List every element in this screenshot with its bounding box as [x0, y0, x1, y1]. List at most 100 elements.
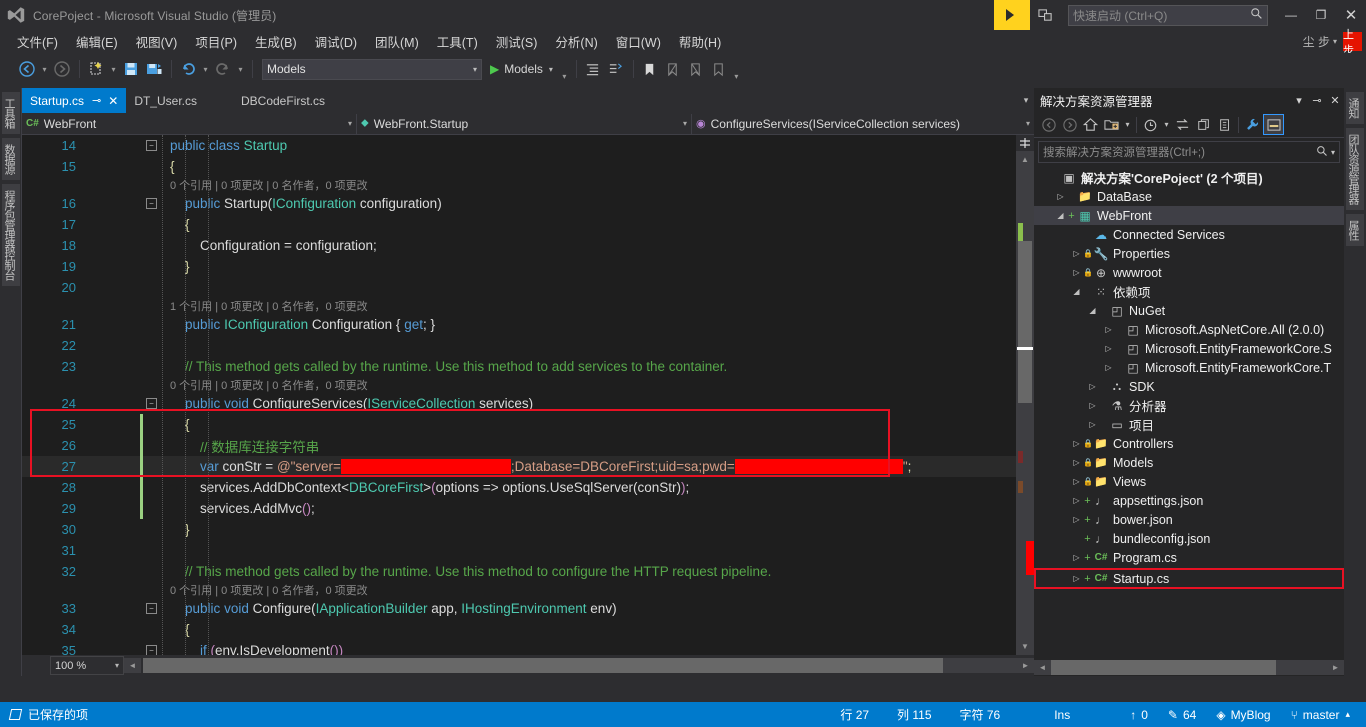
expander-closed-icon[interactable]: ▷	[1054, 192, 1067, 201]
fold-toggle-icon[interactable]: −	[146, 198, 157, 209]
toolbar-overflow-icon-2[interactable]: ▾	[731, 57, 742, 81]
sync-with-active-document-icon[interactable]	[1172, 114, 1193, 135]
save-all-icon[interactable]	[143, 57, 165, 81]
menu-test[interactable]: 测试(S)	[487, 30, 547, 53]
tree-item-bower-json[interactable]: ▷ + ♩ bower.json	[1034, 510, 1344, 529]
tree-item-startup-cs[interactable]: ▷ + C# Startup.cs	[1034, 568, 1344, 589]
expander-closed-icon[interactable]: ▷	[1070, 439, 1083, 448]
solution-tree[interactable]: ▸▣解决方案'CorePoject' (2 个项目)▷📁DataBase◢+▦W…	[1034, 166, 1344, 660]
code-line[interactable]: 15 {	[22, 156, 1034, 177]
code-line[interactable]: 24 − public void ConfigureServices(IServi…	[22, 393, 1034, 414]
previous-bookmark-icon[interactable]	[662, 57, 684, 81]
code-line[interactable]: 14 − public class Startup	[22, 135, 1034, 156]
codelens-row[interactable]: 0 个引用 | 0 项更改 | 0 名作者，0 项更改	[22, 582, 1034, 598]
tree-item-nuget[interactable]: ◢ ◰ NuGet	[1034, 301, 1344, 320]
code-line[interactable]: 28 services.AddDbContext<DBCoreFirst>(op…	[22, 477, 1034, 498]
tree-item-webfront[interactable]: ◢ + ▦ WebFront	[1034, 206, 1344, 225]
editor-vertical-scrollbar[interactable]: ▲ ▼	[1016, 151, 1034, 655]
tab-startup-cs[interactable]: Startup.cs ⊸ ✕	[22, 88, 127, 113]
navigate-back-icon[interactable]	[16, 57, 38, 81]
code-line[interactable]: 19 }	[22, 256, 1034, 277]
expander-closed-icon[interactable]: ▸	[1070, 534, 1083, 543]
expander-closed-icon[interactable]: ▸	[1070, 230, 1083, 239]
expander-closed-icon[interactable]: ▷	[1070, 458, 1083, 467]
tree-item-microsoft-aspnetcore-all-2-0-0[interactable]: ▷ ◰ Microsoft.AspNetCore.All (2.0.0)	[1034, 320, 1344, 339]
expander-closed-icon[interactable]: ▷	[1086, 382, 1099, 391]
code-line[interactable]: 26 // 数据库连接字符串	[22, 435, 1034, 456]
expander-open-icon[interactable]: ◢	[1070, 287, 1083, 296]
redo-caret-icon[interactable]: ▾	[235, 57, 246, 81]
tree-item-connected-services[interactable]: ▸ ☁ Connected Services	[1034, 225, 1344, 244]
hscroll-thumb[interactable]	[143, 658, 943, 673]
nav-project-combo[interactable]: C# WebFront ▾	[22, 113, 357, 134]
undo-caret-icon[interactable]: ▾	[200, 57, 211, 81]
codelens-row[interactable]: 0 个引用 | 0 项更改 | 0 名作者，0 项更改	[22, 377, 1034, 393]
save-icon[interactable]	[120, 57, 142, 81]
code-line[interactable]: 29 services.AddMvc();	[22, 498, 1034, 519]
code-line[interactable]: 20	[22, 277, 1034, 298]
status-repository[interactable]: ◈ MyBlog	[1206, 708, 1280, 722]
expander-closed-icon[interactable]: ▷	[1070, 515, 1083, 524]
tree-item-microsoft-entityframeworkcore-s[interactable]: ▷ ◰ Microsoft.EntityFrameworkCore.S	[1034, 339, 1344, 358]
close-icon[interactable]: ✕	[108, 94, 118, 108]
hscroll-right-icon[interactable]: ►	[1017, 658, 1034, 673]
expander-open-icon[interactable]: ◢	[1086, 306, 1099, 315]
pending-changes-icon[interactable]	[1140, 114, 1161, 135]
menu-help[interactable]: 帮助(H)	[670, 30, 730, 53]
menu-analyze[interactable]: 分析(N)	[546, 30, 606, 53]
code-surface[interactable]: 14 − public class Startup 15 {0 个引用 | 0 项更改 …	[22, 135, 1034, 655]
forward-icon[interactable]	[1059, 114, 1080, 135]
menu-debug[interactable]: 调试(D)	[306, 30, 366, 53]
maximize-button[interactable]: ❐	[1306, 0, 1336, 30]
solution-config-combo[interactable]: Models ▾	[262, 58, 482, 80]
fold-toggle-icon[interactable]: −	[146, 398, 157, 409]
code-line[interactable]: 22	[22, 335, 1034, 356]
code-line[interactable]: 18 Configuration = configuration;	[22, 235, 1034, 256]
tree-item-wwwroot[interactable]: ▷ 🔒 ⊕ wwwroot	[1034, 263, 1344, 282]
pending-changes-caret-icon[interactable]: ▾	[1161, 114, 1172, 135]
expander-closed-icon[interactable]: ▷	[1086, 401, 1099, 410]
menu-team[interactable]: 团队(M)	[366, 30, 428, 53]
chevron-down-icon[interactable]: ▾	[1290, 94, 1308, 107]
navigate-back-caret-icon[interactable]: ▾	[39, 57, 50, 81]
expander-closed-icon[interactable]: ▷	[1102, 325, 1115, 334]
indent-icon[interactable]	[582, 57, 604, 81]
expander-closed-icon[interactable]: ▸	[1038, 173, 1051, 182]
expander-closed-icon[interactable]: ▷	[1070, 496, 1083, 505]
codelens-row[interactable]: 0 个引用 | 0 项更改 | 0 名作者，0 项更改	[22, 177, 1034, 193]
back-icon[interactable]	[1038, 114, 1059, 135]
zoom-combo[interactable]: 100 % ▾	[50, 656, 124, 675]
bookmark-icon[interactable]	[639, 57, 661, 81]
tree-item-bundleconfig-json[interactable]: ▸+ ♩ bundleconfig.json	[1034, 529, 1344, 548]
nav-member-combo[interactable]: ◉ ConfigureServices(IServiceCollection s…	[692, 113, 1034, 134]
navigate-forward-icon[interactable]	[51, 57, 73, 81]
tree-item-models[interactable]: ▷ 🔒 📁 Models	[1034, 453, 1344, 472]
menu-build[interactable]: 生成(B)	[246, 30, 306, 53]
expander-open-icon[interactable]: ◢	[1054, 211, 1067, 220]
pin-icon[interactable]: ⊸	[1308, 94, 1326, 107]
refresh-icon[interactable]	[1193, 114, 1214, 135]
minimize-button[interactable]: —	[1276, 0, 1306, 30]
tree-item-microsoft-entityframeworkcore-t[interactable]: ▷ ◰ Microsoft.EntityFrameworkCore.T	[1034, 358, 1344, 377]
scroll-down-icon[interactable]: ▼	[1016, 638, 1034, 655]
expander-closed-icon[interactable]: ▷	[1070, 477, 1083, 486]
code-line[interactable]: 21 public IConfiguration Configuration {…	[22, 314, 1034, 335]
tab-dt-user-cs[interactable]: DT_User.cs	[126, 88, 205, 113]
code-line[interactable]: 30 }	[22, 519, 1034, 540]
dock-tab-package-manager-console[interactable]: 程序包管理器控制台	[2, 184, 20, 286]
dock-tab-toolbox[interactable]: 工具箱	[2, 92, 20, 134]
solution-explorer-search-input[interactable]: 搜索解决方案资源管理器(Ctrl+;) ▾	[1038, 141, 1340, 163]
new-item-icon[interactable]	[85, 57, 107, 81]
code-line[interactable]: 27 var conStr = @"server= ;Database=DBCor…	[22, 456, 1034, 477]
new-folder-icon[interactable]	[1101, 114, 1122, 135]
toolbar-overflow-icon[interactable]: ▾	[559, 57, 570, 81]
solution-explorer-horizontal-scrollbar[interactable]: ◄ ►	[1034, 660, 1344, 675]
status-branch[interactable]: ⑂ master ▴	[1281, 708, 1360, 722]
code-line[interactable]: 35 − if (env.IsDevelopment())	[22, 640, 1034, 655]
menu-edit[interactable]: 编辑(E)	[67, 30, 127, 53]
tree-item-sdk[interactable]: ▷ ⛬ SDK	[1034, 377, 1344, 396]
expander-closed-icon[interactable]: ▷	[1070, 574, 1083, 583]
scroll-up-icon[interactable]: ▲	[1016, 151, 1034, 168]
menu-tools[interactable]: 工具(T)	[428, 30, 487, 53]
scroll-thumb[interactable]	[1018, 241, 1032, 403]
